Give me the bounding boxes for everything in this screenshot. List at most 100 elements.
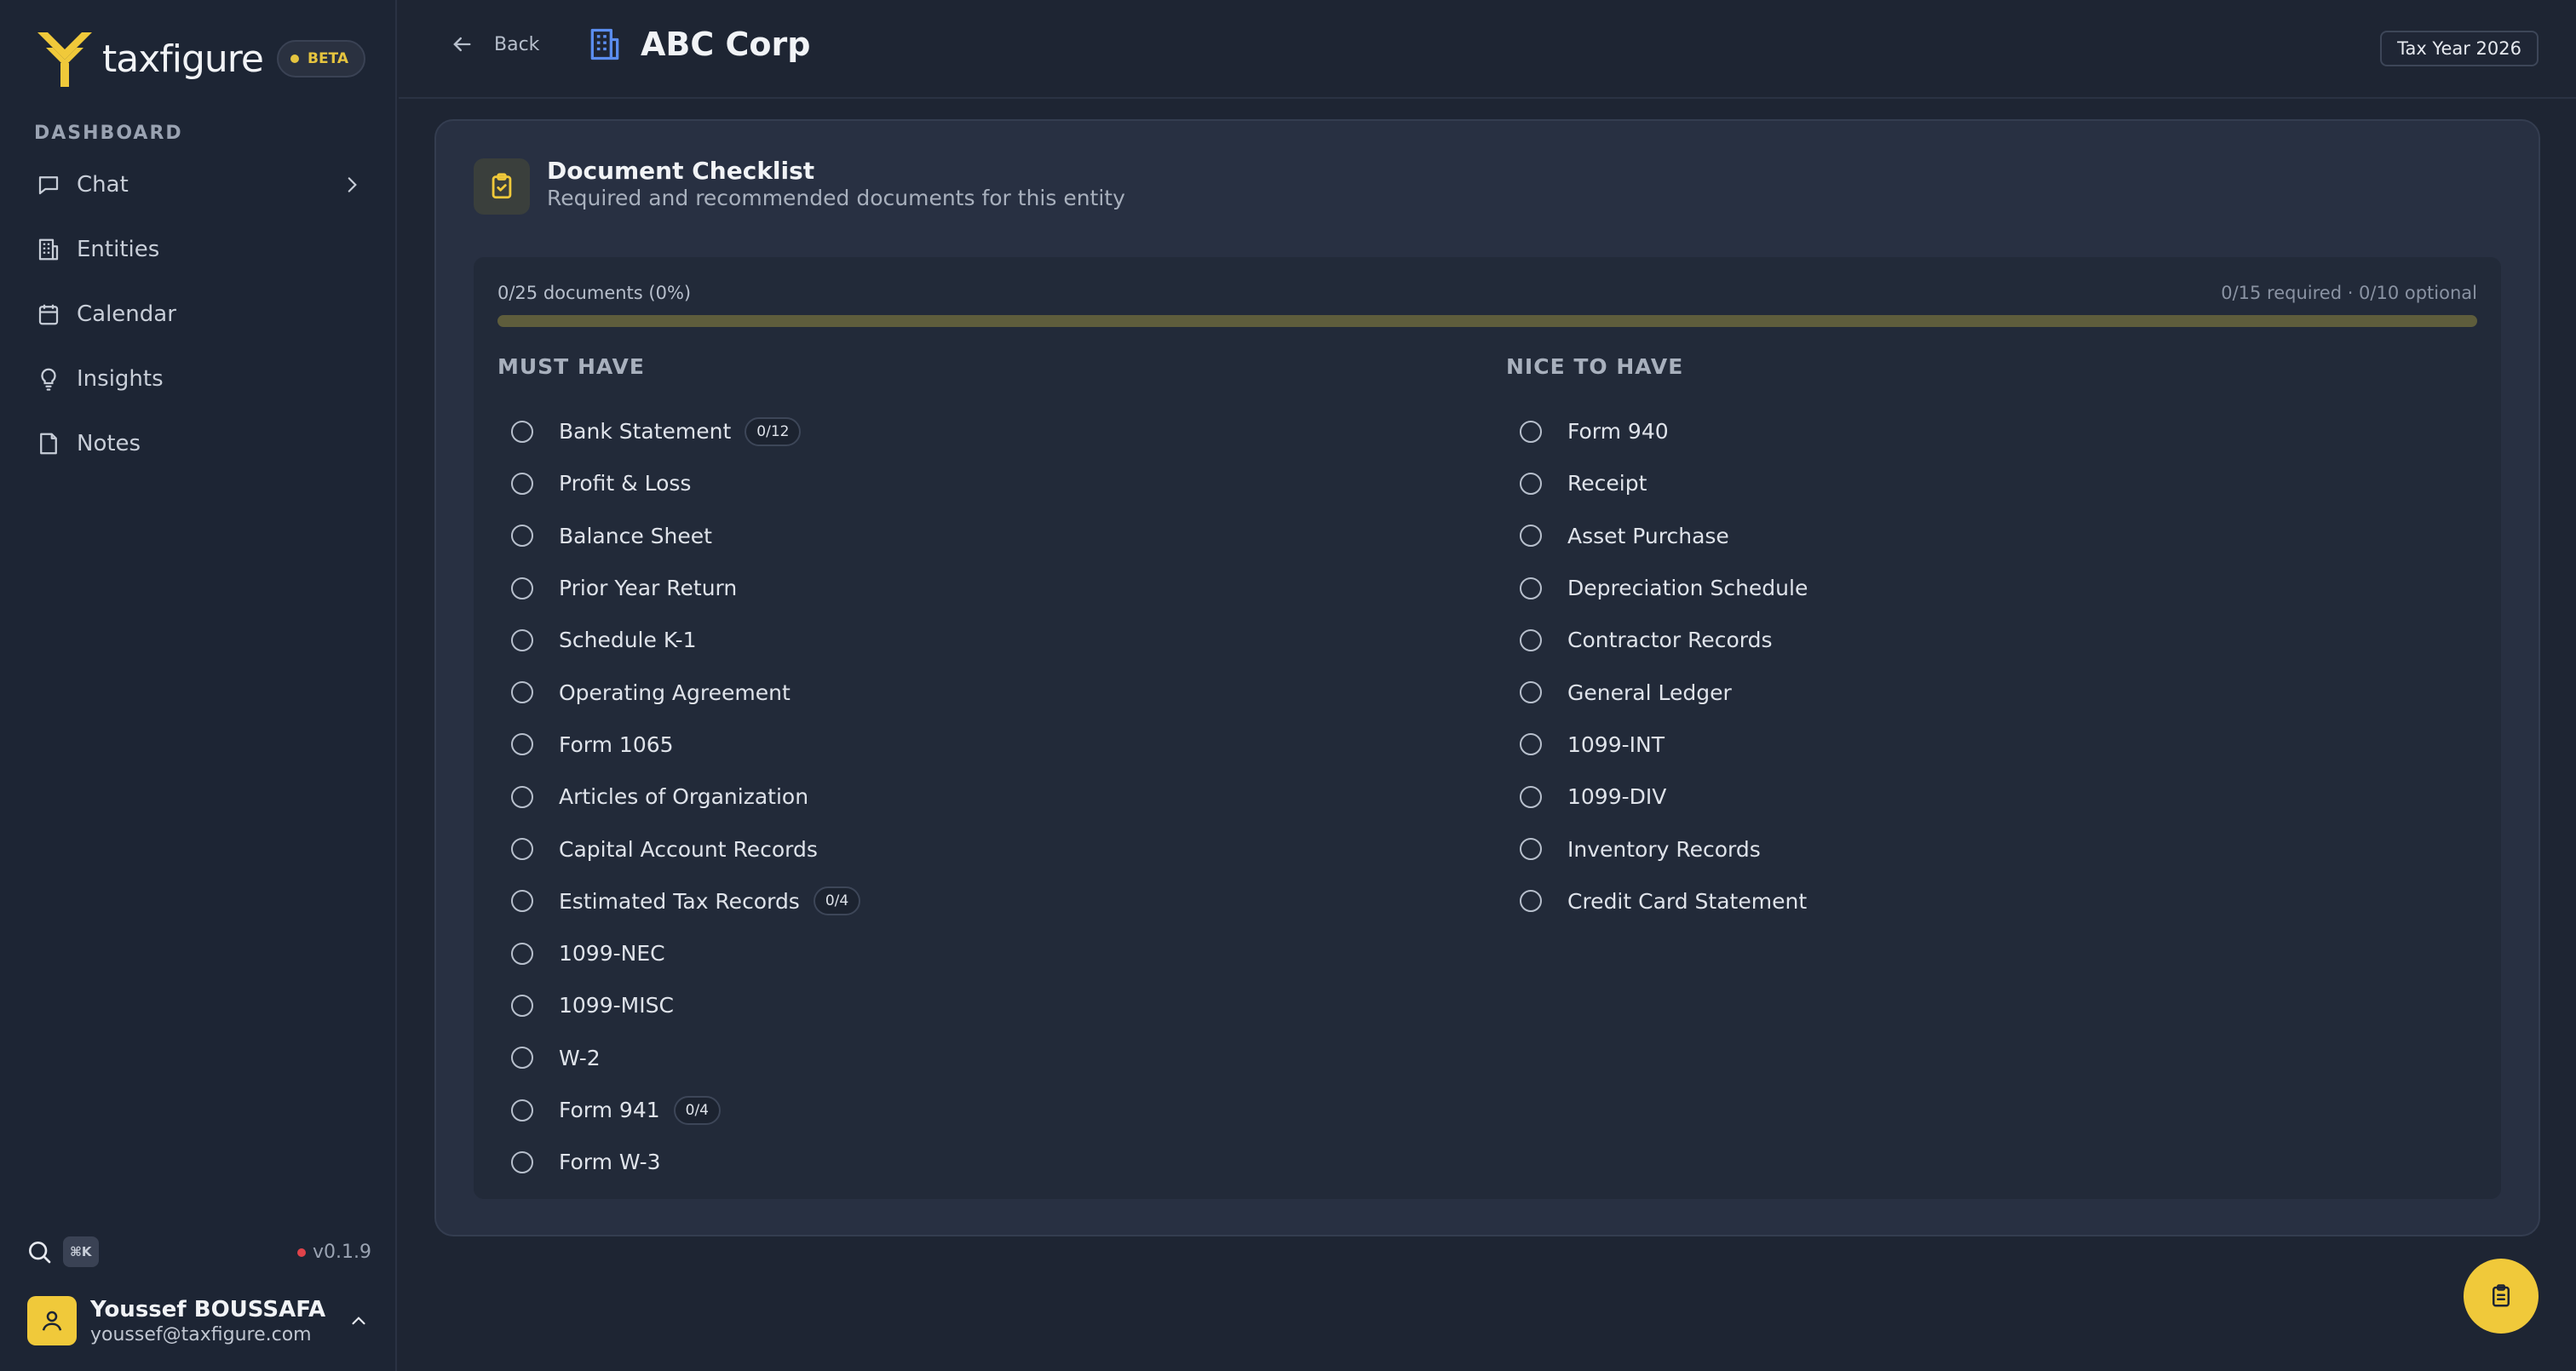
document-item[interactable]: Capital Account Records (497, 823, 860, 875)
chat-icon (38, 176, 59, 195)
document-item[interactable]: 1099-INT (1506, 719, 1808, 771)
document-item[interactable]: W-2 (497, 1032, 860, 1084)
tax-year-selector[interactable]: Tax Year 2026 (2380, 31, 2539, 66)
document-count-badge: 0/12 (745, 416, 802, 446)
document-checkbox[interactable] (1520, 681, 1542, 704)
document-item[interactable]: Prior Year Return (497, 562, 860, 614)
sidebar-nav: Chat Entities Calendar Insights Notes (20, 155, 378, 479)
document-item[interactable]: Balance Sheet (497, 510, 860, 562)
document-label: Form 940 (1567, 419, 1669, 445)
lightbulb-icon (41, 368, 56, 391)
document-checkbox[interactable] (511, 1047, 533, 1070)
document-item[interactable]: Estimated Tax Records 0/4 (497, 875, 861, 927)
document-count-badge: 0/4 (673, 1095, 721, 1125)
sidebar-item-calendar[interactable]: Calendar (20, 284, 378, 344)
document-item[interactable]: Inventory Records (1506, 823, 1808, 875)
document-checkbox[interactable] (1520, 628, 1542, 651)
document-item[interactable]: Depreciation Schedule (1506, 562, 1808, 614)
document-checkbox[interactable] (511, 681, 533, 704)
document-label: W-2 (559, 1045, 601, 1070)
document-checkbox[interactable] (511, 420, 533, 443)
document-checkbox[interactable] (511, 838, 533, 861)
document-item[interactable]: Receipt (1506, 457, 1808, 509)
document-item[interactable]: Form 941 0/4 (497, 1084, 860, 1136)
calendar-icon (38, 304, 59, 325)
document-label: 1099-MISC (559, 993, 674, 1018)
document-label: Prior Year Return (559, 576, 738, 601)
document-item[interactable]: General Ledger (1506, 666, 1808, 718)
sidebar-item-label: Chat (77, 172, 129, 198)
document-checkbox[interactable] (511, 733, 533, 756)
document-label: Balance Sheet (559, 523, 712, 548)
document-checkbox[interactable] (1520, 838, 1542, 861)
beta-badge-label: BETA (307, 50, 348, 67)
document-item[interactable]: Profit & Loss (497, 457, 860, 509)
document-checkbox[interactable] (1520, 525, 1542, 548)
document-checkbox[interactable] (1520, 472, 1542, 495)
note-icon (40, 433, 57, 455)
document-label: Form W-3 (559, 1150, 661, 1175)
nice-to-have-heading: NICE TO HAVE (1506, 354, 1684, 379)
search-shortcut[interactable]: ⌘K (26, 1236, 99, 1267)
card-subtitle: Required and recommended documents for t… (547, 186, 1125, 210)
card-title: Document Checklist (547, 157, 815, 185)
user-menu[interactable]: Youssef BOUSSAFA youssef@taxfigure.com (27, 1293, 377, 1349)
user-name: Youssef BOUSSAFA (90, 1296, 326, 1322)
document-item[interactable]: 1099-NEC (497, 927, 860, 979)
arrow-left-icon (453, 37, 471, 52)
brand-name: taxfigure (102, 37, 264, 81)
document-label: 1099-DIV (1567, 784, 1667, 810)
document-checkbox[interactable] (511, 942, 533, 965)
status-dot-icon (297, 1248, 306, 1257)
page-header: Back ABC Corp Tax Year 2026 (399, 0, 2576, 99)
document-item[interactable]: Form W-3 (497, 1136, 860, 1188)
chevron-right-icon (348, 177, 357, 192)
document-checkbox[interactable] (1520, 890, 1542, 913)
document-item[interactable]: Articles of Organization (497, 771, 860, 823)
dashboard-section-label: DASHBOARD (34, 123, 183, 144)
document-item[interactable]: Bank Statement 0/12 (497, 405, 860, 457)
document-item[interactable]: Operating Agreement (497, 666, 860, 718)
brand[interactable]: taxfigure BETA (34, 29, 365, 89)
beta-badge: BETA (276, 40, 365, 77)
document-checkbox[interactable] (511, 628, 533, 651)
document-label: Depreciation Schedule (1567, 576, 1808, 601)
document-checkbox[interactable] (511, 1099, 533, 1121)
document-item[interactable]: Credit Card Statement (1506, 875, 1808, 927)
sidebar-item-notes[interactable]: Notes (20, 414, 378, 473)
clipboard-check-icon (474, 158, 530, 215)
sidebar-item-chat[interactable]: Chat (20, 155, 378, 215)
document-checkbox[interactable] (511, 472, 533, 495)
document-label: Capital Account Records (559, 836, 818, 862)
document-item[interactable]: 1099-DIV (1506, 771, 1808, 823)
document-label: Estimated Tax Records (559, 888, 800, 914)
sidebar-item-entities[interactable]: Entities (20, 220, 378, 279)
document-checkbox[interactable] (511, 890, 533, 913)
document-item[interactable]: 1099-MISC (497, 979, 860, 1031)
back-button[interactable]: Back (450, 32, 539, 56)
sidebar-footer: ⌘K v0.1.9 Youssef BOUSSAFA youssef@taxfi… (0, 1218, 397, 1371)
document-item[interactable]: Contractor Records (1506, 614, 1808, 666)
must-have-column: MUST HAVE Bank Statement 0/12 Profit & Los… (497, 354, 861, 1188)
document-checkbox[interactable] (1520, 785, 1542, 808)
sidebar-item-label: Calendar (77, 301, 176, 327)
document-label: 1099-INT (1567, 731, 1665, 757)
document-checkbox[interactable] (1520, 733, 1542, 756)
document-checkbox[interactable] (1520, 420, 1542, 443)
document-item[interactable]: Form 1065 (497, 719, 860, 771)
document-item[interactable]: Schedule K-1 (497, 614, 860, 666)
document-checkbox[interactable] (511, 525, 533, 548)
document-checkbox[interactable] (511, 577, 533, 599)
version-label: v0.1.9 (313, 1242, 371, 1263)
document-checkbox[interactable] (511, 1150, 533, 1173)
building-icon (590, 28, 619, 60)
sidebar-item-insights[interactable]: Insights (20, 349, 378, 409)
checklist-fab-button[interactable] (2464, 1259, 2539, 1334)
document-checkbox[interactable] (511, 785, 533, 808)
document-checkbox[interactable] (511, 994, 533, 1017)
document-checkbox[interactable] (1520, 577, 1542, 599)
document-item[interactable]: Form 940 (1506, 405, 1808, 457)
nice-to-have-column: NICE TO HAVE Form 940 Receipt Asset Purcha… (1506, 354, 1808, 927)
document-label: Inventory Records (1567, 836, 1761, 862)
document-item[interactable]: Asset Purchase (1506, 510, 1808, 562)
